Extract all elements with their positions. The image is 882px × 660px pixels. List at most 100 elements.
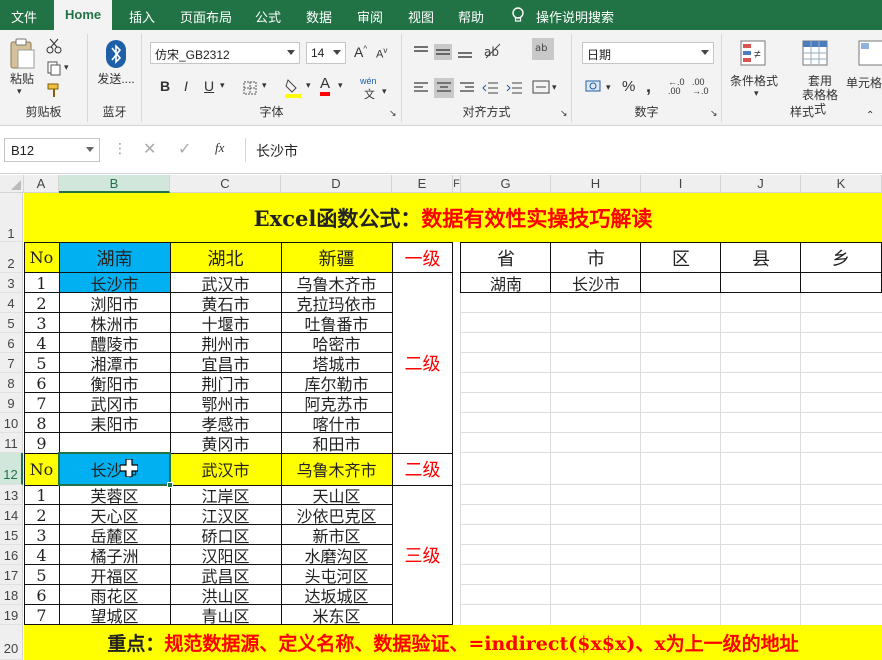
row-header-1[interactable]: 1 bbox=[0, 193, 23, 242]
row-header-2[interactable]: 2 bbox=[0, 242, 23, 273]
row-header-16[interactable]: 16 bbox=[0, 545, 23, 565]
xinjiang-city-cell[interactable]: 克拉玛依市 bbox=[281, 293, 392, 313]
tab-formulas[interactable]: 公式 bbox=[255, 7, 281, 26]
bluetooth-send-button[interactable]: 发送.... bbox=[96, 72, 136, 87]
column-header-J[interactable]: J bbox=[721, 175, 801, 193]
hunan-district-cell[interactable]: 芙蓉区 bbox=[59, 485, 170, 505]
no-cell[interactable]: 5 bbox=[24, 565, 59, 585]
row-header-17[interactable]: 17 bbox=[0, 565, 23, 585]
row-header-15[interactable]: 15 bbox=[0, 525, 23, 545]
tab-insert[interactable]: 插入 bbox=[129, 7, 155, 26]
no-cell[interactable]: 3 bbox=[24, 525, 59, 545]
row-header-14[interactable]: 14 bbox=[0, 505, 23, 525]
number-dialog-launcher-icon[interactable]: ↘ bbox=[710, 108, 718, 119]
column-header-H[interactable]: H bbox=[551, 175, 641, 193]
hunan-city-cell[interactable]: 湘潭市 bbox=[59, 353, 170, 373]
cut-icon[interactable] bbox=[46, 38, 62, 54]
row-header-18[interactable]: 18 bbox=[0, 585, 23, 605]
hunan-city-cell[interactable]: 武冈市 bbox=[59, 393, 170, 413]
hunan-city-cell[interactable]: 衡阳市 bbox=[59, 373, 170, 393]
cell-E3-merged[interactable]: 二级 bbox=[392, 273, 453, 453]
hubei-district-cell[interactable]: 汉阳区 bbox=[170, 545, 281, 565]
no-cell[interactable]: 4 bbox=[24, 545, 59, 565]
province-level-header[interactable]: 区 bbox=[641, 242, 721, 273]
hubei-district-cell[interactable]: 洪山区 bbox=[170, 585, 281, 605]
font-color-button[interactable]: A bbox=[320, 76, 331, 96]
copy-dropdown-icon[interactable]: ▾ bbox=[64, 62, 69, 73]
name-box-dropdown-icon[interactable] bbox=[86, 147, 94, 152]
xinjiang-district-cell[interactable]: 天山区 bbox=[281, 485, 392, 505]
decrease-font-icon[interactable]: Av bbox=[376, 46, 387, 61]
tab-data[interactable]: 数据 bbox=[306, 7, 332, 26]
hunan-city-cell[interactable]: 浏阳市 bbox=[59, 293, 170, 313]
hubei-district-cell[interactable]: 硚口区 bbox=[170, 525, 281, 545]
title-banner[interactable]: Excel函数公式： 数据有效性实操技巧解读 bbox=[24, 193, 882, 242]
hubei-city-cell[interactable]: 孝感市 bbox=[170, 413, 281, 433]
cell-E2[interactable]: 一级 bbox=[392, 242, 453, 273]
borders-icon[interactable] bbox=[242, 80, 258, 96]
decrease-indent-icon[interactable] bbox=[482, 80, 500, 96]
merge-center-icon[interactable] bbox=[532, 78, 550, 96]
xinjiang-city-cell[interactable]: 喀什市 bbox=[281, 413, 392, 433]
paste-dropdown-icon[interactable]: ▾ bbox=[17, 86, 22, 97]
province-level-value[interactable]: 长沙市 bbox=[551, 273, 641, 293]
province-level-header[interactable]: 市 bbox=[551, 242, 641, 273]
xinjiang-city-cell[interactable]: 哈密市 bbox=[281, 333, 392, 353]
insert-function-button[interactable]: fx bbox=[215, 140, 224, 156]
percent-style-button[interactable]: % bbox=[622, 78, 635, 95]
fill-handle[interactable] bbox=[167, 482, 173, 488]
province-level-header[interactable]: 省 bbox=[461, 242, 551, 273]
name-box[interactable]: B12 bbox=[4, 138, 100, 162]
no-cell[interactable]: 1 bbox=[24, 273, 59, 293]
hubei-city-cell[interactable]: 鄂州市 bbox=[170, 393, 281, 413]
bluetooth-icon[interactable] bbox=[106, 40, 126, 68]
tab-file[interactable]: 文件 bbox=[11, 7, 37, 26]
cell-styles-icon[interactable] bbox=[858, 40, 882, 66]
bold-button[interactable]: B bbox=[160, 78, 170, 94]
increase-decimal-icon[interactable]: ←.0.00 bbox=[668, 78, 685, 96]
phonetic-button[interactable]: wén bbox=[360, 76, 377, 86]
borders-dropdown-icon[interactable]: ▾ bbox=[262, 80, 267, 91]
xinjiang-city-cell[interactable]: 阿克苏市 bbox=[281, 393, 392, 413]
tab-page-layout[interactable]: 页面布局 bbox=[180, 7, 232, 26]
no-cell[interactable]: 6 bbox=[24, 373, 59, 393]
province-level-value[interactable] bbox=[801, 273, 881, 293]
cancel-entry-icon[interactable]: ✕ bbox=[143, 139, 156, 159]
conditional-dropdown-icon[interactable]: ▾ bbox=[754, 88, 759, 99]
orientation-icon[interactable]: ab bbox=[482, 42, 502, 60]
xinjiang-district-cell[interactable]: 达坂城区 bbox=[281, 585, 392, 605]
column-header-F[interactable]: F bbox=[453, 175, 461, 193]
font-color-dropdown-icon[interactable]: ▾ bbox=[338, 80, 343, 91]
hubei-district-cell[interactable]: 江岸区 bbox=[170, 485, 281, 505]
cell-D2[interactable]: 新疆 bbox=[281, 242, 392, 273]
underline-dropdown-icon[interactable]: ▾ bbox=[220, 80, 225, 91]
paste-label[interactable]: 粘贴 bbox=[10, 70, 34, 87]
phonetic-dropdown-icon[interactable]: ▾ bbox=[382, 86, 387, 97]
cell-A2[interactable]: No bbox=[24, 242, 59, 273]
hubei-city-cell[interactable]: 宜昌市 bbox=[170, 353, 281, 373]
hunan-city-cell[interactable]: 长沙市 bbox=[59, 273, 170, 293]
align-center-icon[interactable] bbox=[434, 78, 454, 98]
hunan-district-cell[interactable]: 岳麓区 bbox=[59, 525, 170, 545]
collapse-ribbon-icon[interactable]: ⌃ bbox=[866, 110, 874, 121]
no-cell[interactable]: 2 bbox=[24, 293, 59, 313]
xinjiang-city-cell[interactable]: 和田市 bbox=[281, 433, 392, 453]
hubei-district-cell[interactable]: 江汉区 bbox=[170, 505, 281, 525]
cell-C2[interactable]: 湖北 bbox=[170, 242, 281, 273]
hunan-city-cell[interactable]: 耒阳市 bbox=[59, 413, 170, 433]
fill-color-icon[interactable] bbox=[284, 78, 302, 98]
decrease-decimal-icon[interactable]: .00 →.0 bbox=[692, 78, 709, 96]
row-header-3[interactable]: 3 bbox=[0, 273, 23, 293]
no-cell[interactable]: 4 bbox=[24, 333, 59, 353]
no-cell[interactable]: 9 bbox=[24, 433, 59, 453]
hunan-city-cell[interactable]: 株洲市 bbox=[59, 313, 170, 333]
hunan-district-cell[interactable]: 天心区 bbox=[59, 505, 170, 525]
comma-style-button[interactable]: , bbox=[646, 76, 651, 97]
hubei-city-cell[interactable]: 十堰市 bbox=[170, 313, 281, 333]
row-header-13[interactable]: 13 bbox=[0, 485, 23, 505]
hunan-district-cell[interactable]: 望城区 bbox=[59, 605, 170, 625]
row-header-4[interactable]: 4 bbox=[0, 293, 23, 313]
xinjiang-district-cell[interactable]: 头屯河区 bbox=[281, 565, 392, 585]
accounting-format-icon[interactable] bbox=[584, 78, 604, 96]
align-left-icon[interactable] bbox=[412, 80, 430, 96]
